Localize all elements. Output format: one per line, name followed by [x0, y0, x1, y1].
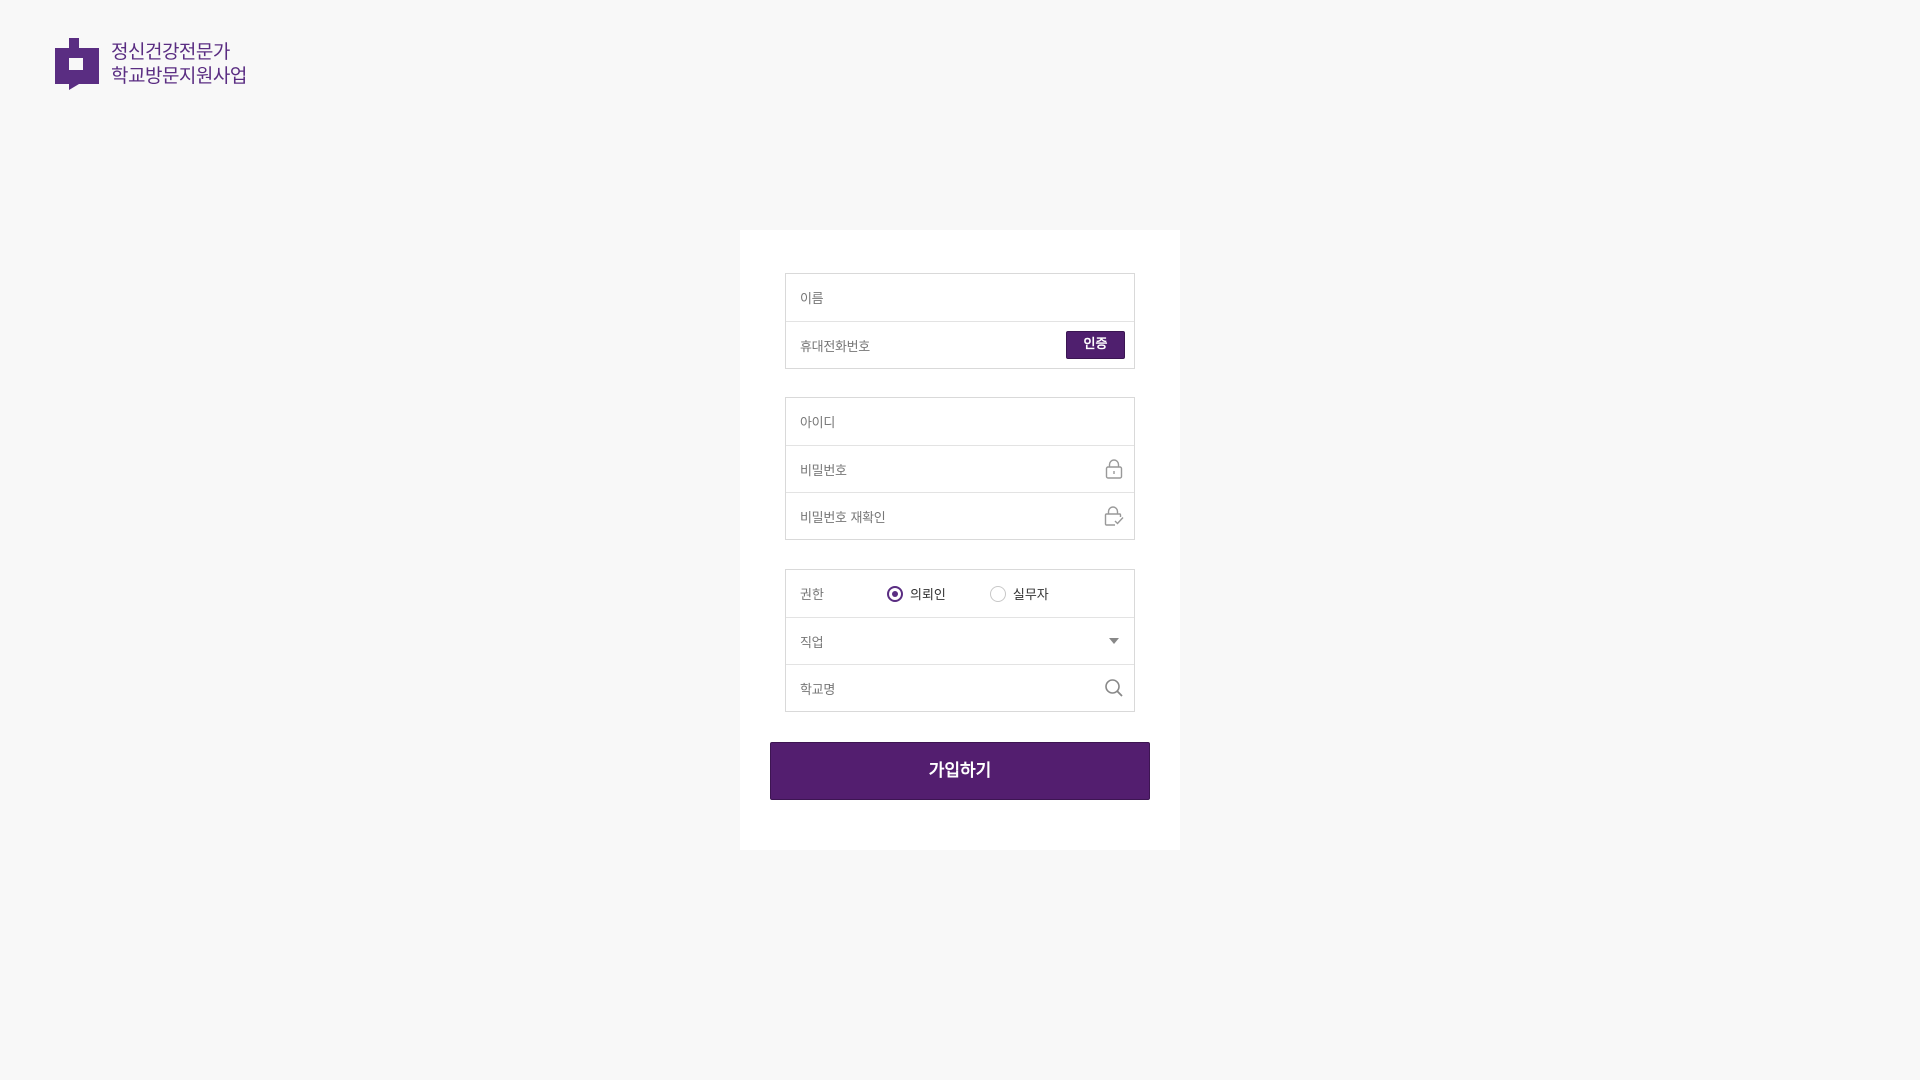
school-placeholder: 학교명 [800, 682, 835, 698]
signup-card: 이름 휴대전화번호 인증 아이디 비밀번호 비밀번호 재확인 권한 의뢰인 실무… [740, 230, 1180, 850]
phone-field[interactable]: 휴대전화번호 인증 [786, 321, 1134, 368]
radio-unchecked-icon [989, 585, 1006, 602]
password-confirm-field[interactable]: 비밀번호 재확인 [786, 492, 1134, 539]
lock-icon [1103, 458, 1125, 480]
caret-down-icon [1103, 630, 1125, 652]
verify-button[interactable]: 인증 [1066, 331, 1125, 359]
brand-line-2: 학교방문지원사업 [111, 65, 247, 87]
school-field[interactable]: 학교명 [786, 664, 1134, 711]
id-field[interactable]: 아이디 [786, 398, 1134, 445]
role-radio-group: 의뢰인 실무자 [887, 584, 1093, 603]
lock-check-icon [1103, 505, 1125, 527]
identity-group: 이름 휴대전화번호 인증 [785, 273, 1135, 369]
id-placeholder: 아이디 [800, 416, 835, 431]
signup-button[interactable]: 가입하기 [770, 742, 1150, 800]
role-option-client[interactable]: 의뢰인 [887, 584, 946, 603]
password-placeholder: 비밀번호 [800, 463, 847, 479]
site-logo[interactable]: 정신건강전문가 학교방문지원사업 [55, 38, 247, 90]
role-option-practitioner-label: 실무자 [1012, 588, 1049, 603]
brand-line-1: 정신건강전문가 [111, 41, 230, 63]
job-select[interactable]: 직업 [786, 617, 1134, 664]
radio-checked-icon [887, 585, 903, 602]
profile-group: 권한 의뢰인 실무자 직업 학교명 [785, 569, 1135, 712]
name-field[interactable]: 이름 [786, 274, 1134, 321]
password-confirm-placeholder: 비밀번호 재확인 [800, 510, 886, 526]
job-placeholder: 직업 [800, 635, 824, 651]
name-placeholder: 이름 [800, 292, 824, 307]
account-group: 아이디 비밀번호 비밀번호 재확인 [785, 397, 1135, 540]
role-label: 권한 [800, 588, 824, 603]
role-row: 권한 의뢰인 실무자 [786, 570, 1134, 617]
password-field[interactable]: 비밀번호 [786, 445, 1134, 492]
role-option-client-label: 의뢰인 [910, 588, 946, 603]
brand-name: 정신건강전문가 학교방문지원사업 [111, 40, 247, 88]
brand-logo-icon [55, 38, 99, 90]
phone-placeholder: 휴대전화번호 [800, 339, 870, 355]
role-option-practitioner[interactable]: 실무자 [989, 584, 1049, 603]
search-icon[interactable] [1103, 677, 1125, 699]
